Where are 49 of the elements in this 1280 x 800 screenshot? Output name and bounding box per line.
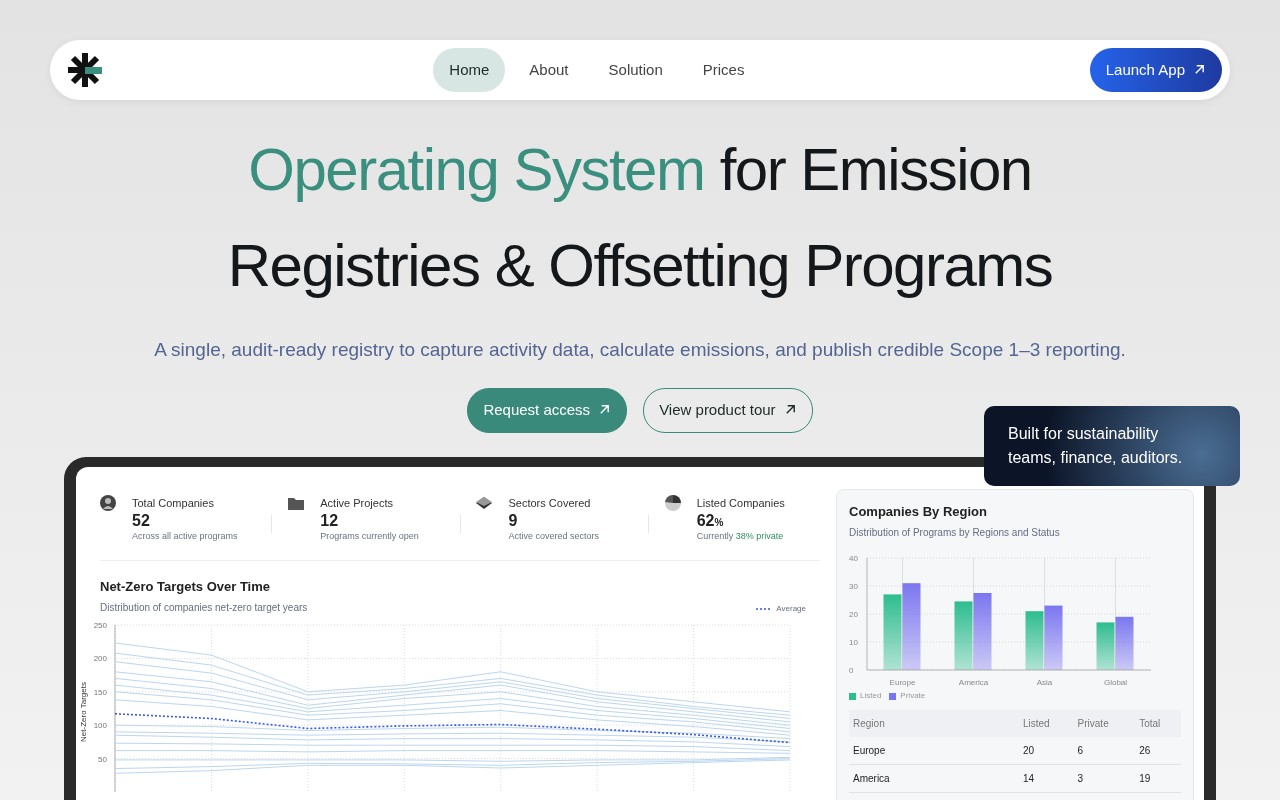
table-cell: 19 <box>1135 764 1181 793</box>
callout-card: Built for sustainability teams, finance, auditors. <box>984 406 1240 486</box>
category-label: Asia <box>1036 678 1053 687</box>
stat-note: Programs currently open <box>320 530 419 544</box>
category-label: America <box>958 678 989 687</box>
tick-label: 200 <box>93 654 107 664</box>
category-label: Global <box>1103 678 1128 687</box>
chart-title: Net-Zero Targets Over Time <box>100 577 271 596</box>
chart-subtitle: Distribution of companies net-zero target years <box>100 601 308 616</box>
stat-value: 9 <box>508 511 519 531</box>
legend-label: Private <box>900 690 926 702</box>
table-cell: America <box>849 764 1019 793</box>
stat-value: 62% <box>696 511 725 531</box>
stat-label: Active Projects <box>320 495 394 511</box>
category-label: Europe <box>889 678 916 687</box>
table-cell: Europe <box>849 737 1019 765</box>
axis-title: Net-Zero Targets <box>79 682 88 743</box>
stat-label: Listed Companies <box>696 495 785 511</box>
legend-label: Average <box>776 603 806 616</box>
card-subtitle: Distribution of Programs by Regions and Status <box>849 526 1061 540</box>
tick-label: 50 <box>98 754 107 764</box>
stat-value: 52 <box>132 511 151 531</box>
stat-label: Sectors Covered <box>508 495 592 511</box>
tick-label: 10 <box>849 638 858 647</box>
tick-label: 150 <box>93 688 107 697</box>
tick-label: 20 <box>849 610 858 619</box>
card-title: Companies By Region <box>849 502 988 521</box>
hero-title: Operating System for Emission Registries & Offsetting Programs <box>226 135 1054 301</box>
column-header: Private <box>1073 710 1136 737</box>
table-cell: 26 <box>1135 737 1181 765</box>
legend-label: Listed <box>860 690 882 702</box>
table-cell: 14 <box>1019 764 1074 793</box>
stat-value: 12 <box>320 511 340 531</box>
column-header: Listed <box>1019 710 1074 737</box>
tick-label: 250 <box>93 621 107 631</box>
tick-label: 0 <box>849 666 854 675</box>
stat-label: Total Companies <box>132 495 215 511</box>
tick-label: 40 <box>849 554 858 563</box>
column-header: Region <box>849 710 1019 737</box>
table-cell: 6 <box>1073 737 1136 765</box>
stat-note: Active covered sectors <box>508 530 599 544</box>
column-header: Total <box>1135 710 1181 737</box>
tick-label: 100 <box>93 721 107 731</box>
hero-subtitle: A single, audit-ready registry to capture activity data, calculate emissions, and publish credible Scope 1–3 reporting. <box>153 338 1127 362</box>
stat-note: Across all active programs <box>132 530 238 544</box>
table-cell: 20 <box>1019 737 1074 765</box>
tick-label: 30 <box>849 582 858 591</box>
table-cell: 3 <box>1073 764 1136 793</box>
stat-note: Currently 38% private <box>696 530 785 544</box>
